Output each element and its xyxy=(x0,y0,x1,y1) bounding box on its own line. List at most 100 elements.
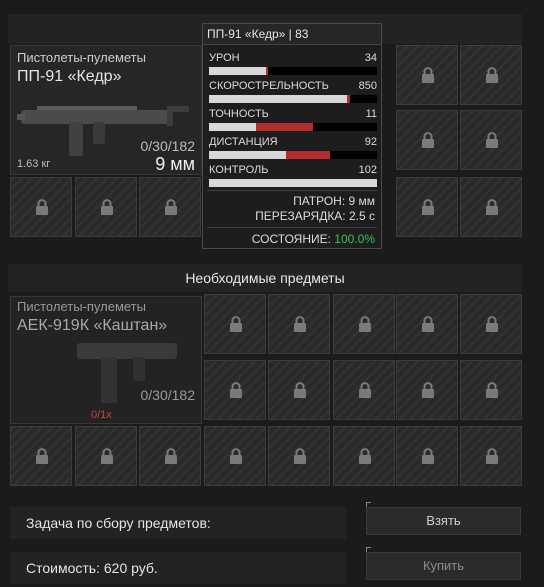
buy-button-label: Купить xyxy=(422,558,465,573)
stat-value: 11 xyxy=(365,108,377,120)
locked-slot[interactable] xyxy=(75,177,137,237)
required-items-title: Необходимые предметы xyxy=(8,264,522,292)
weapon-card-kashtan[interactable]: Пистолеты-пулеметы АЕК-919К «Каштан» 0/3… xyxy=(10,296,202,424)
lock-icon xyxy=(230,448,242,464)
locked-slot[interactable] xyxy=(396,294,458,354)
locked-slot[interactable] xyxy=(460,110,522,170)
stat-name: УРОН xyxy=(209,52,240,64)
required-count: 0/1x xyxy=(91,409,112,421)
button-corner xyxy=(366,502,371,507)
locked-slot[interactable] xyxy=(396,426,458,486)
buy-button[interactable]: Купить xyxy=(366,547,521,580)
weapon-card-kedr[interactable]: Пистолеты-пулеметы ПП-91 «Кедр» 0/30/182… xyxy=(10,45,202,175)
lock-icon xyxy=(359,448,371,464)
cartridge-info: ПАТРОН: 9 мм xyxy=(293,194,375,208)
locked-slot[interactable] xyxy=(268,294,330,354)
locked-slot[interactable] xyxy=(396,110,458,170)
stat-bar-fill xyxy=(209,95,347,103)
stat-bar-diff xyxy=(346,95,351,103)
button-corner xyxy=(366,547,371,552)
cost-label: Стоимость: 620 руб. xyxy=(26,560,158,576)
locked-slot[interactable] xyxy=(10,426,72,486)
lock-icon xyxy=(422,199,434,215)
tooltip-divider-2 xyxy=(207,227,377,228)
weapon-category: Пистолеты-пулеметы xyxy=(17,299,146,314)
stat-value: 34 xyxy=(364,52,377,64)
stat-bar xyxy=(209,123,377,131)
stat-bar-diff xyxy=(266,67,268,75)
locked-slot[interactable] xyxy=(460,45,522,105)
locked-slot[interactable] xyxy=(396,360,458,420)
task-label: Задача по сбору предметов: xyxy=(26,515,211,531)
locked-slot[interactable] xyxy=(10,177,72,237)
locked-slot[interactable] xyxy=(396,177,458,237)
condition-value: 100.0% xyxy=(334,232,375,246)
lock-icon xyxy=(422,316,434,332)
lock-icon xyxy=(165,448,177,464)
locked-slot[interactable] xyxy=(139,177,201,237)
locked-slot[interactable] xyxy=(204,360,266,420)
weapon-name: АЕК-919К «Каштан» xyxy=(17,317,168,334)
take-button[interactable]: Взять xyxy=(366,502,521,535)
stat-bar-diff xyxy=(256,123,314,131)
lock-icon xyxy=(486,382,498,398)
stat-bar-fill xyxy=(209,67,267,75)
lock-icon xyxy=(294,316,306,332)
weapon-caliber: 9 мм xyxy=(155,154,195,174)
stat-bar-fill xyxy=(209,179,377,187)
locked-slot[interactable] xyxy=(460,177,522,237)
lock-icon xyxy=(422,67,434,83)
lock-icon xyxy=(36,199,48,215)
lock-icon xyxy=(486,67,498,83)
weapon-stats-tooltip: ПП-91 «Кедр» | 83 УРОН 34 СКОРОСТРЕЛЬНОСТЬ… xyxy=(202,23,382,249)
lock-icon xyxy=(36,448,48,464)
condition-label: СОСТОЯНИЕ: xyxy=(251,232,331,246)
locked-slot[interactable] xyxy=(333,294,395,354)
stat-value: 850 xyxy=(358,80,377,92)
weapon-category: Пистолеты-пулеметы xyxy=(17,50,146,65)
locked-slot[interactable] xyxy=(333,360,395,420)
lock-icon xyxy=(486,199,498,215)
locked-slot[interactable] xyxy=(460,360,522,420)
lock-icon xyxy=(486,448,498,464)
stat-name: ДИСТАНЦИЯ xyxy=(209,136,278,148)
weapon-ammo: 0/30/182 xyxy=(140,138,196,154)
weapon-weight: 1.63 кг xyxy=(17,158,51,170)
take-button-label: Взять xyxy=(426,513,461,528)
weapon-name: ПП-91 «Кедр» xyxy=(17,68,122,85)
condition-info: СОСТОЯНИЕ: 100.0% xyxy=(252,232,375,246)
tooltip-title: ПП-91 «Кедр» | 83 xyxy=(203,24,381,45)
locked-slot[interactable] xyxy=(396,45,458,105)
stat-bar xyxy=(209,151,377,159)
stat-name: СКОРОСТРЕЛЬНОСТЬ xyxy=(209,80,329,92)
locked-slot[interactable] xyxy=(204,294,266,354)
lock-icon xyxy=(486,316,498,332)
lock-icon xyxy=(422,382,434,398)
locked-slot[interactable] xyxy=(75,426,137,486)
stat-value: 102 xyxy=(358,164,377,176)
stat-bar-fill xyxy=(209,151,287,159)
stat-bar-diff xyxy=(286,151,330,159)
weapon-ammo: 0/30/182 xyxy=(140,387,196,403)
stat-name: ТОЧНОСТЬ xyxy=(209,108,269,120)
lock-icon xyxy=(101,199,113,215)
lock-icon xyxy=(422,132,434,148)
locked-slot[interactable] xyxy=(268,426,330,486)
lock-icon xyxy=(230,382,242,398)
stat-value: 92 xyxy=(364,136,377,148)
locked-slot[interactable] xyxy=(460,426,522,486)
stat-name: КОНТРОЛЬ xyxy=(209,164,269,176)
locked-slot[interactable] xyxy=(460,294,522,354)
lock-icon xyxy=(230,316,242,332)
stat-bar xyxy=(209,67,377,75)
locked-slot[interactable] xyxy=(333,426,395,486)
locked-slot[interactable] xyxy=(204,426,266,486)
locked-slot[interactable] xyxy=(268,360,330,420)
lock-icon xyxy=(101,448,113,464)
cost-panel: Стоимость: 620 руб. xyxy=(10,552,346,584)
reload-info: ПЕРЕЗАРЯДКА: 2.5 с xyxy=(255,209,375,223)
locked-slot[interactable] xyxy=(139,426,201,486)
lock-icon xyxy=(422,448,434,464)
task-panel: Задача по сбору предметов: xyxy=(10,507,346,539)
lock-icon xyxy=(359,316,371,332)
